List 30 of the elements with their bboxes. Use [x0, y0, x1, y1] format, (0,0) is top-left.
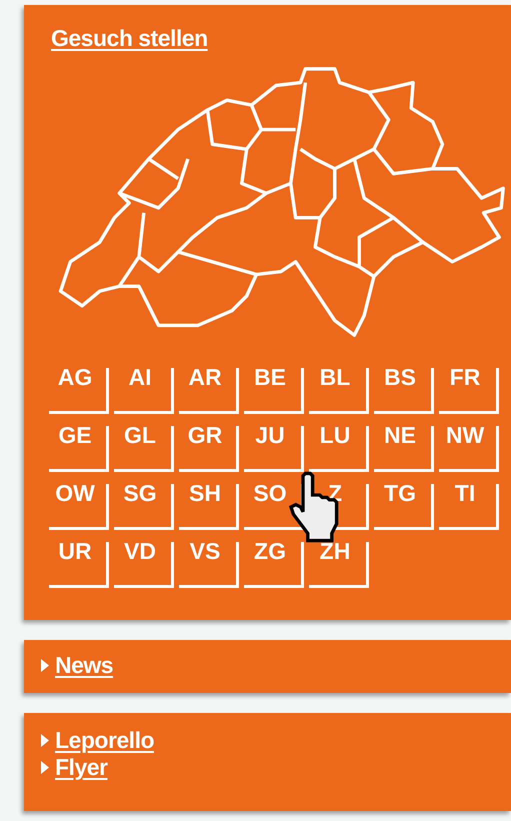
canton-link[interactable]: JU [244, 418, 304, 472]
canton-link[interactable]: LU [309, 418, 369, 472]
canton-link[interactable]: GL [114, 418, 174, 472]
canton-link[interactable]: BL [309, 360, 369, 414]
canton-link[interactable]: ZG [244, 534, 304, 588]
nav-link[interactable]: Leporello [55, 727, 154, 754]
canton-link[interactable]: NE [374, 418, 434, 472]
canton-link[interactable]: SH [179, 476, 239, 530]
canton-link[interactable]: UR [49, 534, 109, 588]
canton-link[interactable]: FR [439, 360, 499, 414]
canton-link[interactable]: AI [114, 360, 174, 414]
triangle-icon [41, 734, 49, 747]
title-link[interactable]: Gesuch stellen [51, 25, 208, 52]
canton-link[interactable]: VS [179, 534, 239, 588]
canton-link[interactable]: SG [114, 476, 174, 530]
canton-link[interactable]: GR [179, 418, 239, 472]
canton-link[interactable]: BE [244, 360, 304, 414]
nav-link[interactable]: Flyer [55, 754, 108, 781]
canton-link[interactable]: AR [179, 360, 239, 414]
canton-link[interactable]: AG [49, 360, 109, 414]
triangle-icon [41, 761, 49, 774]
canton-link[interactable]: TI [439, 476, 499, 530]
canton-link[interactable]: TG [374, 476, 434, 530]
canton-link[interactable]: BS [374, 360, 434, 414]
canton-link[interactable]: GE [49, 418, 109, 472]
nav-link[interactable]: News [55, 652, 114, 679]
triangle-icon [41, 659, 49, 672]
canton-link[interactable]: OW [49, 476, 109, 530]
canton-link[interactable]: NW [439, 418, 499, 472]
canton-link[interactable]: VD [114, 534, 174, 588]
